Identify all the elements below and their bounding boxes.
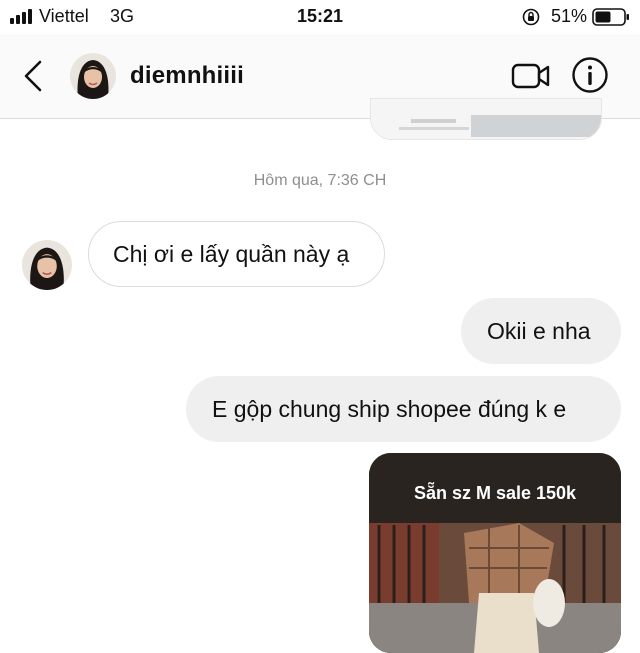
message-text: Okii e nha (487, 317, 591, 344)
status-time: 15:21 (296, 6, 344, 26)
info-icon[interactable] (571, 56, 609, 94)
battery-icon (592, 8, 629, 26)
battery-percentage: 51% (551, 6, 588, 26)
image-caption: Sẵn sz M sale 150k (413, 483, 577, 503)
video-call-icon[interactable] (511, 60, 551, 92)
chat-username[interactable]: diemnhiiii (130, 62, 244, 90)
incoming-message-bubble[interactable]: Chị ơi e lấy quần này ạ (88, 221, 385, 287)
rotation-lock-icon (522, 8, 540, 26)
message-timestamp: Hôm qua, 7:36 CH (253, 172, 387, 189)
back-icon[interactable] (20, 58, 46, 94)
message-text: E gộp chung ship shopee đúng k e (212, 395, 567, 422)
status-bar: Viettel 3G 15:21 51% (0, 0, 640, 34)
outgoing-image-message[interactable]: Sẵn sz M sale 150k (369, 453, 621, 653)
sender-avatar[interactable] (22, 240, 72, 290)
message-text: Chị ơi e lấy quần này ạ (113, 240, 350, 267)
avatar[interactable] (70, 53, 116, 99)
previous-image-message[interactable] (370, 98, 602, 140)
outgoing-message-bubble[interactable]: E gộp chung ship shopee đúng k e (186, 376, 621, 442)
outgoing-message-bubble[interactable]: Okii e nha (461, 298, 621, 364)
